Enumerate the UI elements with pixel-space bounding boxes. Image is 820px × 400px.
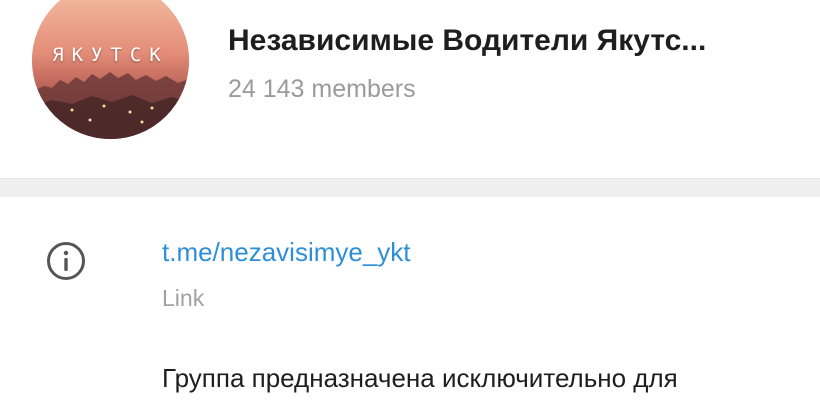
avatar-caption: ЯКУТСК <box>52 44 169 66</box>
group-avatar[interactable]: ЯКУТСК <box>32 0 189 139</box>
group-title: Независимые Водители Якутс... <box>228 24 707 57</box>
info-circle-icon <box>47 242 85 280</box>
info-section: t.me/nezavisimye_ykt Link Группа предназ… <box>0 197 820 400</box>
city-skyline-image <box>32 0 189 139</box>
group-link[interactable]: t.me/nezavisimye_ykt <box>162 235 411 269</box>
link-label: Link <box>162 285 205 311</box>
group-description: Группа предназначена исключительно для <box>162 363 678 393</box>
member-count: 24 143 members <box>228 75 416 103</box>
group-header: ЯКУТСК Независимые Водители Якутс... 24 … <box>0 0 820 178</box>
section-divider <box>0 178 820 197</box>
